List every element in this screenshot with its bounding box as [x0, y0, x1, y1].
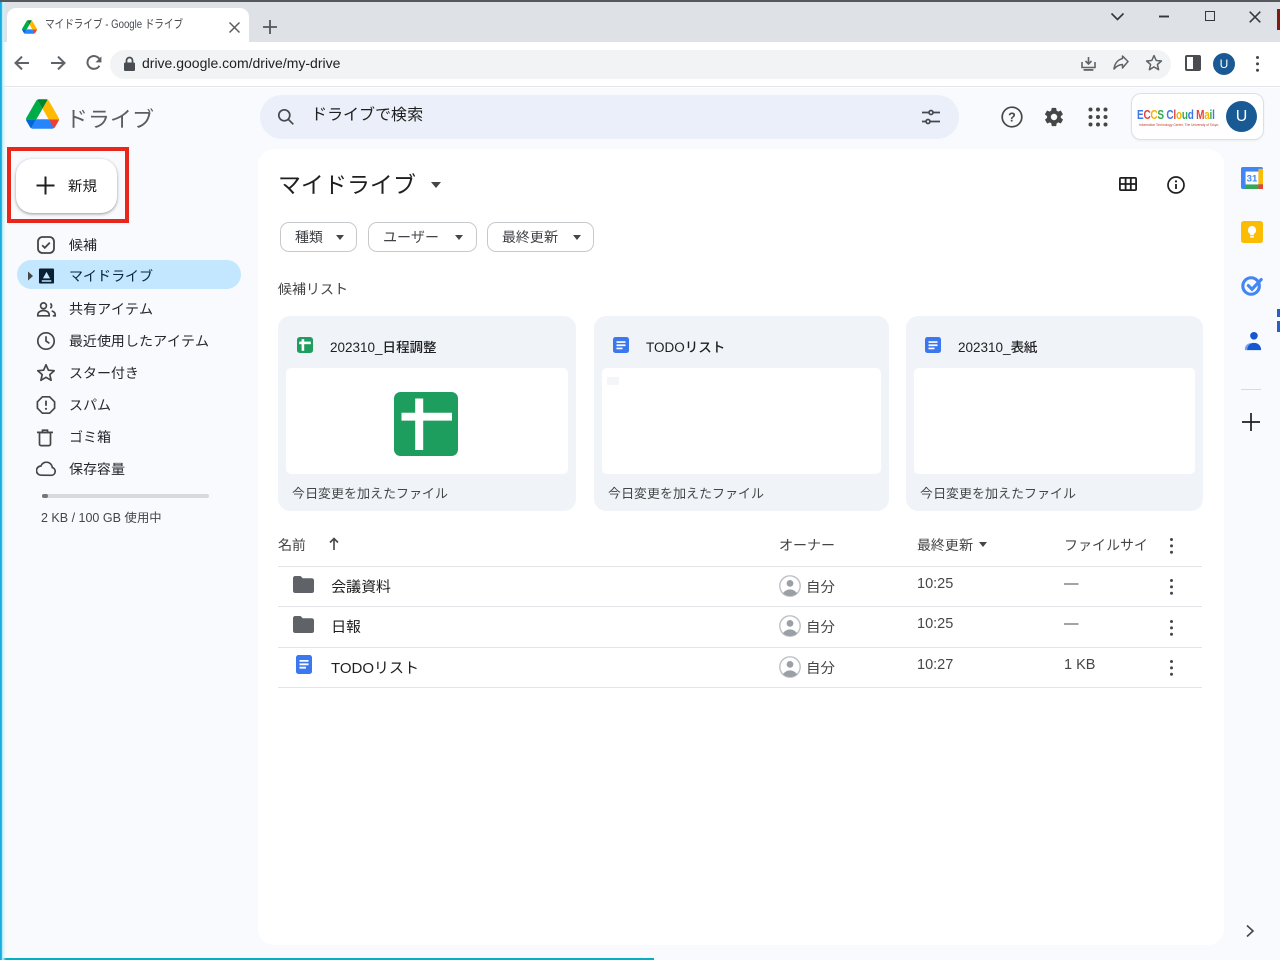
- svg-text:?: ?: [1008, 110, 1016, 124]
- svg-text:31: 31: [1247, 174, 1258, 185]
